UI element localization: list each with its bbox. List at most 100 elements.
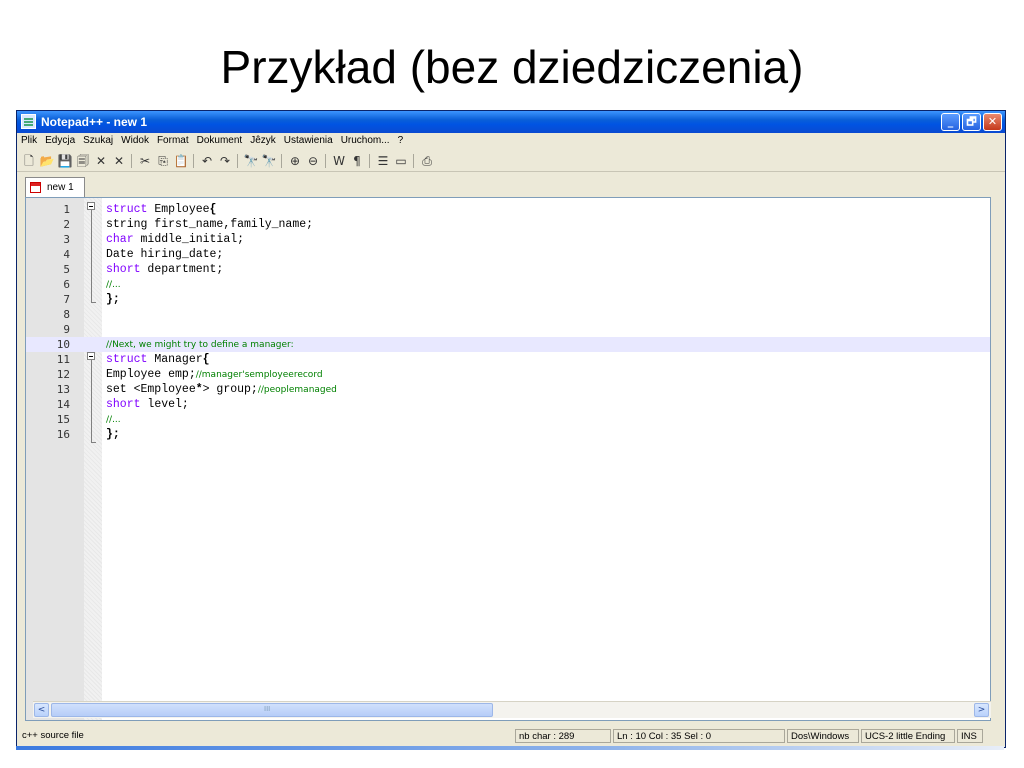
save-all-icon[interactable]: 🗐	[75, 153, 91, 169]
code-comment: //peoplemanaged	[257, 385, 337, 395]
status-mode: INS	[957, 729, 983, 743]
code-line[interactable]: 15 //...	[26, 412, 990, 427]
line-number: 14	[56, 398, 70, 411]
code-line[interactable]: 12 Employee emp;//manager'semployeerecord	[26, 367, 990, 382]
close-icon[interactable]: ✕	[93, 153, 109, 169]
minimize-button[interactable]: _	[941, 113, 960, 131]
scrollbar-thumb[interactable]: III	[51, 703, 493, 717]
toolbar-separator	[193, 154, 194, 168]
code-comment: //...	[106, 280, 121, 290]
zoom-out-icon[interactable]: ⊖	[305, 153, 321, 169]
code-keyword: short	[106, 398, 141, 411]
notepad-icon[interactable]	[21, 114, 36, 129]
menu-settings[interactable]: Ustawienia	[280, 133, 337, 146]
copy-icon[interactable]: ⎘	[155, 153, 171, 169]
line-code: string first_name,family_name;	[106, 218, 313, 231]
line-code: char middle_initial;	[106, 233, 244, 246]
open-icon[interactable]: 📂	[39, 153, 55, 169]
line-code: set <Employee*> group;//peoplemanaged	[106, 383, 337, 396]
redo-icon[interactable]: ↷	[217, 153, 233, 169]
toolbar-separator	[413, 154, 414, 168]
menu-bar: Plik Edycja Szukaj Widok Format Dokument Jêzyk…	[17, 133, 1005, 150]
scroll-left-button[interactable]: <	[34, 703, 49, 717]
fold-line	[91, 360, 92, 442]
horizontal-scrollbar[interactable]: < III >	[33, 701, 991, 718]
code-line[interactable]: 11 struct Manager{	[26, 352, 990, 367]
paste-icon[interactable]: 📋	[173, 153, 189, 169]
menu-document[interactable]: Dokument	[193, 133, 247, 146]
status-file-type: c++ source file	[22, 730, 84, 741]
line-number: 15	[56, 413, 70, 426]
cut-icon[interactable]: ✂	[137, 153, 153, 169]
find-icon[interactable]: 🔭	[243, 153, 259, 169]
scrollbar-grip: III	[264, 705, 271, 713]
title-bar[interactable]: Notepad++ - new 1 _ 🗗 ✕	[17, 111, 1005, 133]
toolbar-separator	[281, 154, 282, 168]
close-button[interactable]: ✕	[983, 113, 1002, 131]
code-line[interactable]: 8	[26, 307, 990, 322]
zoom-in-icon[interactable]: ⊕	[287, 153, 303, 169]
scroll-right-button[interactable]: >	[974, 703, 989, 717]
menu-help[interactable]: ?	[394, 133, 408, 146]
code-comment: //...	[106, 415, 121, 425]
toolbar-separator	[237, 154, 238, 168]
undo-icon[interactable]: ↶	[199, 153, 215, 169]
fold-toggle-icon[interactable]	[87, 202, 95, 210]
code-token: };	[106, 293, 120, 306]
tab-label: new 1	[47, 182, 74, 193]
line-number: 11	[56, 353, 70, 366]
replace-icon[interactable]: 🔭	[261, 153, 277, 169]
code-line[interactable]: 16};	[26, 427, 990, 442]
code-line[interactable]: 3 char middle_initial;	[26, 232, 990, 247]
taskbar-strip	[16, 746, 1004, 750]
menu-file[interactable]: Plik	[17, 133, 41, 146]
menu-search[interactable]: Szukaj	[79, 133, 117, 146]
document-map-icon[interactable]: ▭	[393, 153, 409, 169]
line-code: short level;	[106, 398, 189, 411]
code-line[interactable]: 5 short department;	[26, 262, 990, 277]
new-file-icon[interactable]: 🗋	[21, 153, 37, 169]
wrap-icon[interactable]: W	[331, 153, 347, 169]
fold-toggle-icon[interactable]	[87, 352, 95, 360]
line-code: Date hiring_date;	[106, 248, 223, 261]
maximize-button[interactable]: 🗗	[962, 113, 981, 131]
code-line[interactable]: 6 //...	[26, 277, 990, 292]
code-token: set <Employee	[106, 383, 196, 396]
menu-language[interactable]: Jêzyk	[246, 133, 280, 146]
fold-end	[91, 302, 96, 303]
code-token: department;	[140, 263, 224, 276]
menu-format[interactable]: Format	[153, 133, 193, 146]
fold-line	[91, 210, 92, 302]
close-all-icon[interactable]: ✕	[111, 153, 127, 169]
code-token: };	[106, 428, 120, 441]
show-all-chars-icon[interactable]: ¶	[349, 153, 365, 169]
code-line[interactable]: 13 set <Employee*> group;//peoplemanaged	[26, 382, 990, 397]
tab-new-1[interactable]: new 1	[25, 177, 85, 197]
line-code: short department;	[106, 263, 223, 276]
line-number: 13	[56, 383, 70, 396]
code-line[interactable]: 9	[26, 322, 990, 337]
code-line[interactable]: 7};	[26, 292, 990, 307]
code-comment: //manager'semployeerecord	[195, 370, 323, 380]
code-token: Employee emp;	[106, 368, 196, 381]
line-code: //...	[106, 278, 121, 291]
code-line[interactable]: 1 struct Employee{	[26, 202, 990, 217]
save-icon[interactable]: 💾	[57, 153, 73, 169]
code-line[interactable]: 10 //Next, we might try to define a manag…	[26, 337, 990, 352]
status-bar: c++ source file nb char : 289 Ln : 10 Co…	[17, 727, 1005, 745]
fold-end	[91, 442, 96, 443]
toolbar: 🗋 📂 💾 🗐 ✕ ✕ ✂ ⎘ 📋 ↶ ↷ 🔭 🔭 ⊕ ⊖ W ¶ ☰ ▭ ⎙	[17, 151, 1005, 172]
code-line[interactable]: 2 string first_name,family_name;	[26, 217, 990, 232]
code-line[interactable]: 14 short level;	[26, 397, 990, 412]
indent-guide-icon[interactable]: ☰	[375, 153, 391, 169]
menu-edit[interactable]: Edycja	[41, 133, 79, 146]
print-icon[interactable]: ⎙	[419, 153, 435, 169]
code-line[interactable]: 4 Date hiring_date;	[26, 247, 990, 262]
menu-view[interactable]: Widok	[117, 133, 153, 146]
menu-run[interactable]: Uruchom...	[337, 133, 394, 146]
window-title: Notepad++ - new 1	[41, 115, 148, 129]
code-editor[interactable]: 1 struct Employee{2 string first_name,fami…	[25, 197, 991, 721]
code-token: middle_initial;	[133, 233, 245, 246]
code-token: Date hiring_date;	[106, 248, 224, 261]
code-token: Manager	[147, 353, 203, 366]
